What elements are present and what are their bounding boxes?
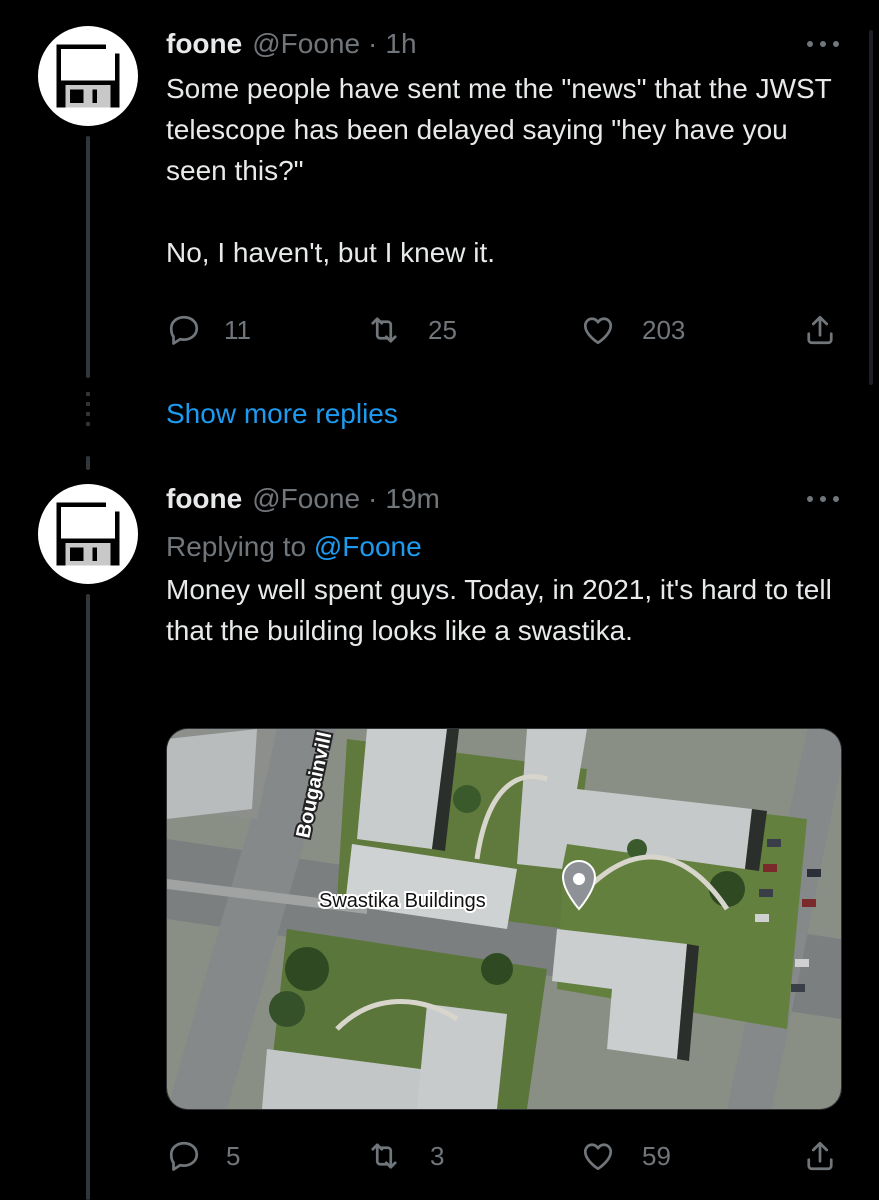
like-count: 59 xyxy=(642,1140,671,1171)
share-button[interactable] xyxy=(802,310,838,350)
author-name[interactable]: foone xyxy=(166,26,242,62)
reply-icon xyxy=(169,315,199,345)
share-icon xyxy=(807,315,833,345)
retweet-icon xyxy=(371,1143,397,1169)
more-icon[interactable] xyxy=(807,28,839,60)
retweet-count: 3 xyxy=(430,1140,445,1171)
timestamp[interactable]: 19m xyxy=(385,481,439,517)
retweet-button[interactable]: 3 xyxy=(366,1136,444,1176)
thread-dots xyxy=(86,392,90,436)
mention-link[interactable]: @Foone xyxy=(314,531,422,562)
retweet-count: 25 xyxy=(428,314,457,345)
timestamp[interactable]: 1h xyxy=(385,26,416,62)
retweet-button[interactable]: 25 xyxy=(366,310,457,350)
replying-prefix: Replying to xyxy=(166,531,314,562)
tweet-actions: 5 3 59 xyxy=(166,1136,839,1176)
tweet-text: Money well spent guys. Today, in 2021, i… xyxy=(166,574,840,646)
reply-button[interactable]: 11 xyxy=(166,310,251,350)
tweet-thread: foone @Foone · 1h Some people have sent … xyxy=(0,0,879,1200)
like-count: 203 xyxy=(642,314,686,345)
tweet[interactable]: foone @Foone · 19m Replying to @Foone Mo… xyxy=(166,481,839,651)
reply-icon xyxy=(169,1141,199,1171)
retweet-icon xyxy=(371,317,397,343)
floppy-disk-icon xyxy=(56,502,120,566)
thread-line xyxy=(86,136,90,378)
separator: · xyxy=(368,483,378,514)
tweet-header: foone @Foone · 19m xyxy=(166,481,839,517)
like-button[interactable]: 59 xyxy=(580,1136,671,1176)
map-image[interactable]: Bougainvill Swastika Buildings xyxy=(166,728,842,1110)
show-more-replies-link[interactable]: Show more replies xyxy=(166,396,398,432)
replying-to: Replying to @Foone xyxy=(166,527,839,567)
avatar[interactable] xyxy=(38,484,138,584)
like-button[interactable]: 203 xyxy=(580,310,685,350)
tweet-actions: 11 25 203 xyxy=(166,310,839,350)
separator: · xyxy=(368,28,378,59)
tweet[interactable]: foone @Foone · 1h Some people have sent … xyxy=(166,26,839,273)
share-button[interactable] xyxy=(802,1136,838,1176)
scrollbar[interactable] xyxy=(869,30,873,385)
author-handle[interactable]: @Foone xyxy=(252,481,360,517)
share-icon xyxy=(807,1141,833,1171)
author-handle[interactable]: @Foone xyxy=(252,26,360,62)
thread-line xyxy=(86,594,90,1200)
heart-icon xyxy=(583,1143,613,1171)
heart-icon xyxy=(583,317,613,345)
reply-count: 5 xyxy=(226,1140,241,1171)
author-name[interactable]: foone xyxy=(166,481,242,517)
tweet-text: Some people have sent me the "news" that… xyxy=(166,73,832,268)
floppy-disk-icon xyxy=(56,44,120,108)
reply-button[interactable]: 5 xyxy=(166,1136,240,1176)
thread-line xyxy=(86,456,90,470)
satellite-map: Bougainvill Swastika Buildings xyxy=(167,729,841,1109)
tweet-header: foone @Foone · 1h xyxy=(166,26,839,62)
more-icon[interactable] xyxy=(807,483,839,515)
avatar[interactable] xyxy=(38,26,138,126)
reply-count: 11 xyxy=(224,314,251,345)
place-label: Swastika Buildings xyxy=(319,890,486,912)
